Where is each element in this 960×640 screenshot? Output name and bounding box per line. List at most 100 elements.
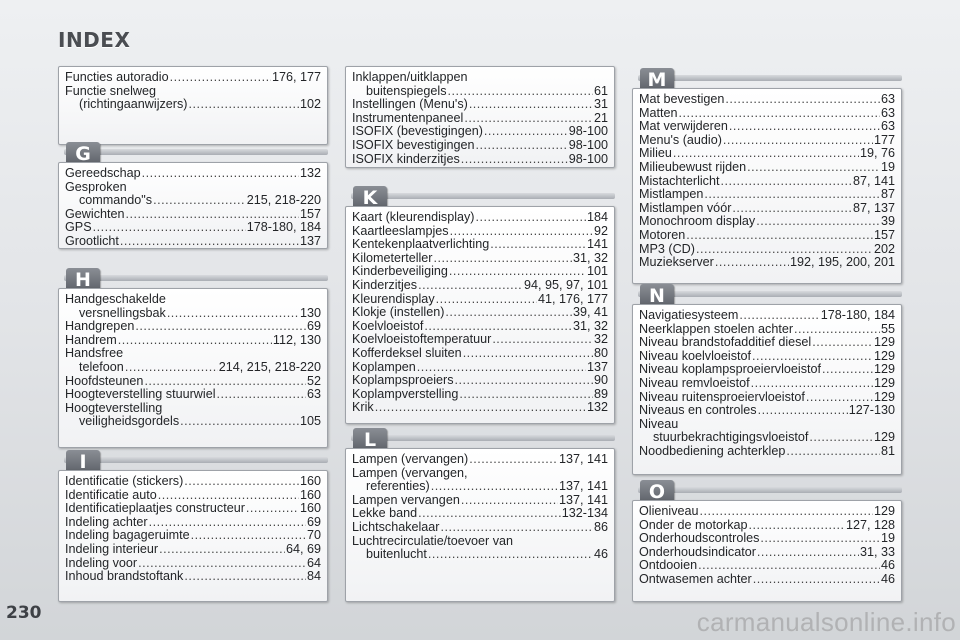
dot-leader <box>428 548 593 562</box>
index-entry: Indeling achter 69 <box>65 515 321 530</box>
index-pages: 86 <box>593 519 608 534</box>
index-term: Mat bevestigen <box>639 92 725 106</box>
index-pages: 61 <box>593 83 608 98</box>
index-term: Koplampverstelling <box>352 386 459 401</box>
index-pages: 31, 32 <box>572 250 608 265</box>
dot-leader <box>184 475 299 489</box>
dot-leader <box>461 494 558 508</box>
index-entry: Matten 63 <box>639 105 895 121</box>
index-entry: Kleurendisplay 41, 176, 177 <box>352 292 608 307</box>
index-term: (richtingaanwijzers) <box>79 97 188 112</box>
dot-leader <box>418 507 561 521</box>
dot-leader <box>445 306 572 320</box>
index-entry: Indeling interieur 64, 69 <box>65 541 321 557</box>
index-pages: 94, 95, 97, 101 <box>523 277 608 292</box>
index-box-f: Functies autoradio 176, 177 Functie snelwe… <box>58 66 328 145</box>
index-pages: 19 <box>880 159 895 174</box>
dot-leader <box>679 107 880 121</box>
index-pages: 137, 141 <box>558 479 608 494</box>
index-entry: Ontdooien 46 <box>639 559 895 573</box>
index-entry: (richtingaanwijzers) 102 <box>65 98 321 112</box>
index-term: Menu's (audio) <box>639 132 722 147</box>
index-term: Kinderzitjes <box>352 277 418 292</box>
index-term: Instellingen (Menu's) <box>352 97 468 112</box>
index-pages: 98-100 <box>568 151 608 166</box>
index-term: referenties) <box>366 479 430 494</box>
index-term: telefoon <box>79 359 124 374</box>
dot-leader <box>822 363 873 377</box>
dot-leader <box>725 93 880 107</box>
index-entry: Hoofdsteunen 52 <box>65 374 321 389</box>
index-pages: 19 <box>880 531 895 546</box>
index-term: Lichtschakelaar <box>352 519 440 534</box>
index-pages: 70 <box>306 528 321 543</box>
dot-leader <box>170 71 271 85</box>
dot-leader <box>191 529 306 543</box>
index-term: Indeling interieur <box>65 541 159 556</box>
dot-leader <box>700 505 873 519</box>
index-box-h: Handgeschakeldeversnellingsbak130Handgre… <box>58 288 328 448</box>
index-entry: Handsfree <box>65 347 321 361</box>
index-entry: Kilometerteller 31, 32 <box>352 250 608 266</box>
index-entry: Motoren 157 <box>639 228 895 243</box>
dot-leader <box>461 153 568 167</box>
index-entry: Koplampverstelling 89 <box>352 386 608 402</box>
index-term: Gereedschap <box>65 166 141 180</box>
index-term: Mistlampen <box>639 187 704 202</box>
index-box-m: Mat bevestigen 63 Matten 63 Mat verwijderen 6… <box>632 88 902 284</box>
index-term: Matten <box>639 105 678 120</box>
index-entry: Olieniveau 129 <box>639 504 895 519</box>
dot-leader <box>751 377 873 391</box>
dot-leader <box>167 307 299 321</box>
index-pages: 129 <box>873 504 895 518</box>
index-entry: Indeling bagageruimte 70 <box>65 529 321 543</box>
dot-leader <box>476 211 586 225</box>
index-pages: 89 <box>593 386 608 401</box>
dot-leader <box>469 98 593 112</box>
index-entry: Onderhoudscontroles 19 <box>639 532 895 546</box>
index-entry: Menu's (audio) 177 <box>639 132 895 148</box>
dot-leader <box>180 415 299 429</box>
index-pages: 87 <box>880 187 895 202</box>
index-entry: Functies autoradio 176, 177 <box>65 70 321 85</box>
index-pages: 132 <box>586 400 608 415</box>
dot-leader <box>673 147 859 161</box>
index-pages: 63 <box>306 387 321 402</box>
dot-leader <box>144 375 306 389</box>
dot-leader <box>786 445 880 459</box>
index-pages: 127-130 <box>848 403 895 418</box>
index-pages: 129 <box>873 362 895 377</box>
index-term: ISOFIX (bevestigingen) <box>352 124 483 139</box>
index-entry: Kinderzitjes 94, 95, 97, 101 <box>352 277 608 293</box>
index-pages: 137, 141 <box>558 492 608 507</box>
letter-header-l: L <box>345 428 615 452</box>
index-term: Gewichten <box>65 206 125 221</box>
dot-leader <box>418 279 523 293</box>
dot-leader <box>747 161 880 175</box>
index-entry: Koplampen 137 <box>352 360 608 375</box>
dot-leader <box>752 350 873 364</box>
dot-leader <box>441 521 593 535</box>
dot-leader <box>686 229 873 243</box>
dot-leader <box>449 265 586 279</box>
index-term: Luchtrecirculatie/toevoer van <box>352 533 514 548</box>
index-entry: Kaartleeslampjes 92 <box>352 224 608 239</box>
index-pages: 98-100 <box>568 124 608 139</box>
header-bar <box>638 487 902 493</box>
dot-leader <box>809 431 873 445</box>
index-entry: Niveau brandstofadditief diesel 129 <box>639 336 895 350</box>
index-entry: Muziekserver 192, 195, 200, 201 <box>639 256 895 270</box>
dot-leader <box>739 309 819 323</box>
index-entry: Functie snelweg <box>65 84 321 99</box>
header-bar <box>351 193 615 199</box>
index-pages: 137 <box>299 233 321 248</box>
index-entry: Identificatieplaatjes constructeur 160 <box>65 502 321 516</box>
dot-leader <box>118 334 272 348</box>
index-entry: Onderhoudsindicator 31, 33 <box>639 545 895 560</box>
index-term: Niveau <box>639 416 679 431</box>
index-term: Handsfree <box>65 346 124 361</box>
index-term: buitenspiegels <box>366 83 447 98</box>
dot-leader <box>434 252 572 266</box>
dot-leader <box>436 293 537 307</box>
index-pages: 55 <box>880 321 895 336</box>
